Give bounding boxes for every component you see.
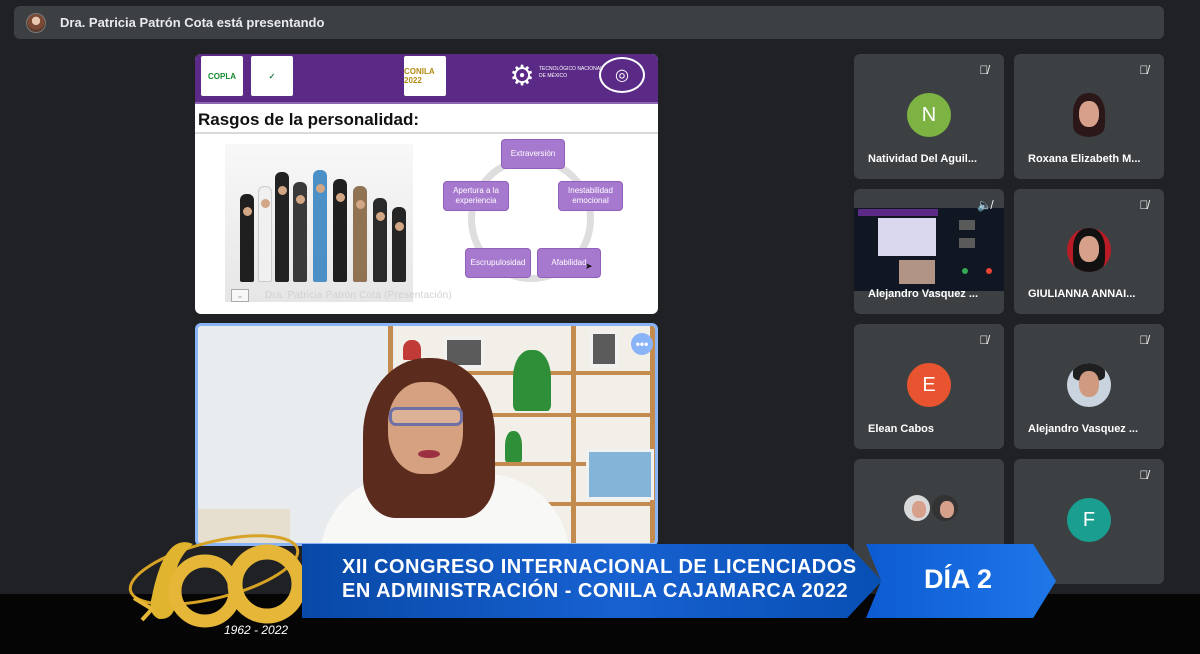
congress-banner: XII CONGRESO INTERNACIONAL DE LICENCIADO… bbox=[302, 544, 882, 618]
conila-logo: CONILA 2022 bbox=[404, 56, 446, 96]
speaker-face bbox=[388, 382, 463, 474]
more-options-icon[interactable]: ••• bbox=[631, 333, 653, 355]
presenting-banner: Dra. Patricia Patrón Cota está presentan… bbox=[14, 6, 1164, 39]
speaker-glasses bbox=[389, 407, 463, 426]
participant-avatar: N bbox=[907, 93, 951, 137]
participant-photo bbox=[1067, 93, 1111, 137]
shared-screen[interactable]: COPLA ✓ CONILA 2022 ⚙ TECNOLÓGICO NACION… bbox=[195, 54, 658, 314]
muted-microphone-icon: 🔈̸ bbox=[977, 198, 992, 212]
mouse-cursor-icon: ➤ bbox=[585, 261, 593, 271]
participant-name: Elean Cabos bbox=[868, 423, 935, 435]
participant-screen-preview bbox=[854, 208, 1004, 291]
participant-name: Natividad Del Aguil... bbox=[868, 153, 977, 165]
participant-tile[interactable]: 🔈̸ Alejandro Vasquez ... bbox=[854, 189, 1004, 314]
participant-tile[interactable]: 🎙̸ Alejandro Vasquez ... bbox=[1014, 324, 1164, 449]
muted-microphone-icon: 🎙̸ bbox=[1139, 468, 1149, 482]
anniversary-years: 1962 - 2022 bbox=[224, 623, 289, 637]
sixty-years-logo bbox=[128, 534, 307, 628]
institution-logo: ✓ bbox=[251, 56, 293, 96]
title-divider bbox=[195, 132, 658, 134]
presenter-avatar bbox=[26, 12, 46, 33]
meet-window: Dra. Patricia Patrón Cota está presentan… bbox=[0, 0, 1200, 654]
participant-tile[interactable]: 🎙̸ GIULIANNA ANNAI... bbox=[1014, 189, 1164, 314]
participant-tile[interactable]: 🎙̸ Roxana Elizabeth M... bbox=[1014, 54, 1164, 179]
diagram-node-conscientiousness: Escrupulosidad bbox=[465, 248, 531, 278]
diagram-node-openness: Apertura a la experiencia bbox=[443, 181, 509, 211]
participant-tile[interactable]: 🎙̸ E Elean Cabos bbox=[854, 324, 1004, 449]
grouped-avatars bbox=[902, 493, 962, 527]
day-badge: DÍA 2 bbox=[866, 544, 1056, 618]
participant-tile[interactable]: 🎙̸ N Natividad Del Aguil... bbox=[854, 54, 1004, 179]
day-text: DÍA 2 bbox=[924, 564, 993, 594]
business-team-photo bbox=[225, 144, 413, 302]
muted-microphone-icon: 🎙̸ bbox=[979, 63, 989, 77]
presenting-text: Dra. Patricia Patrón Cota está presentan… bbox=[60, 15, 325, 30]
diagram-node-instability: Inestabilidad emocional bbox=[558, 181, 623, 211]
speaker-video-tile[interactable]: ••• bbox=[195, 323, 658, 546]
muted-microphone-icon: 🎙̸ bbox=[979, 333, 989, 347]
seal-logo: ◎ bbox=[599, 57, 645, 93]
banner-line-2: EN ADMINISTRACIÓN - CONILA CAJAMARCA 202… bbox=[342, 580, 849, 602]
muted-microphone-icon: 🎙̸ bbox=[1139, 198, 1149, 212]
speaker-mouth bbox=[418, 450, 440, 458]
slide-header: COPLA ✓ CONILA 2022 ⚙ TECNOLÓGICO NACION… bbox=[195, 54, 658, 104]
participant-avatar: F bbox=[1067, 498, 1111, 542]
participant-name: Alejandro Vasquez ... bbox=[868, 288, 979, 300]
tecnm-gear-logo: ⚙ bbox=[509, 59, 535, 91]
banner-line-1: XII CONGRESO INTERNACIONAL DE LICENCIADO… bbox=[342, 556, 857, 578]
participant-photo bbox=[1067, 363, 1111, 407]
participant-name: Roxana Elizabeth M... bbox=[1028, 153, 1141, 165]
participant-name: GIULIANNA ANNAI... bbox=[1028, 288, 1136, 300]
participant-avatar: E bbox=[907, 363, 951, 407]
muted-microphone-icon: 🎙̸ bbox=[1139, 333, 1149, 347]
slide-title: Rasgos de la personalidad: bbox=[198, 110, 420, 129]
muted-microphone-icon: 🎙̸ bbox=[1139, 63, 1149, 77]
presentation-caption: Dra. Patricia Patrón Cota (Presentación) bbox=[265, 290, 452, 301]
participant-name: Alejandro Vasquez ... bbox=[1028, 423, 1139, 435]
expand-icon: ⌄ bbox=[231, 289, 249, 302]
participant-photo bbox=[1067, 228, 1111, 272]
copla-logo: COPLA bbox=[201, 56, 243, 96]
diagram-node-extraversion: Extraversión bbox=[501, 139, 565, 169]
